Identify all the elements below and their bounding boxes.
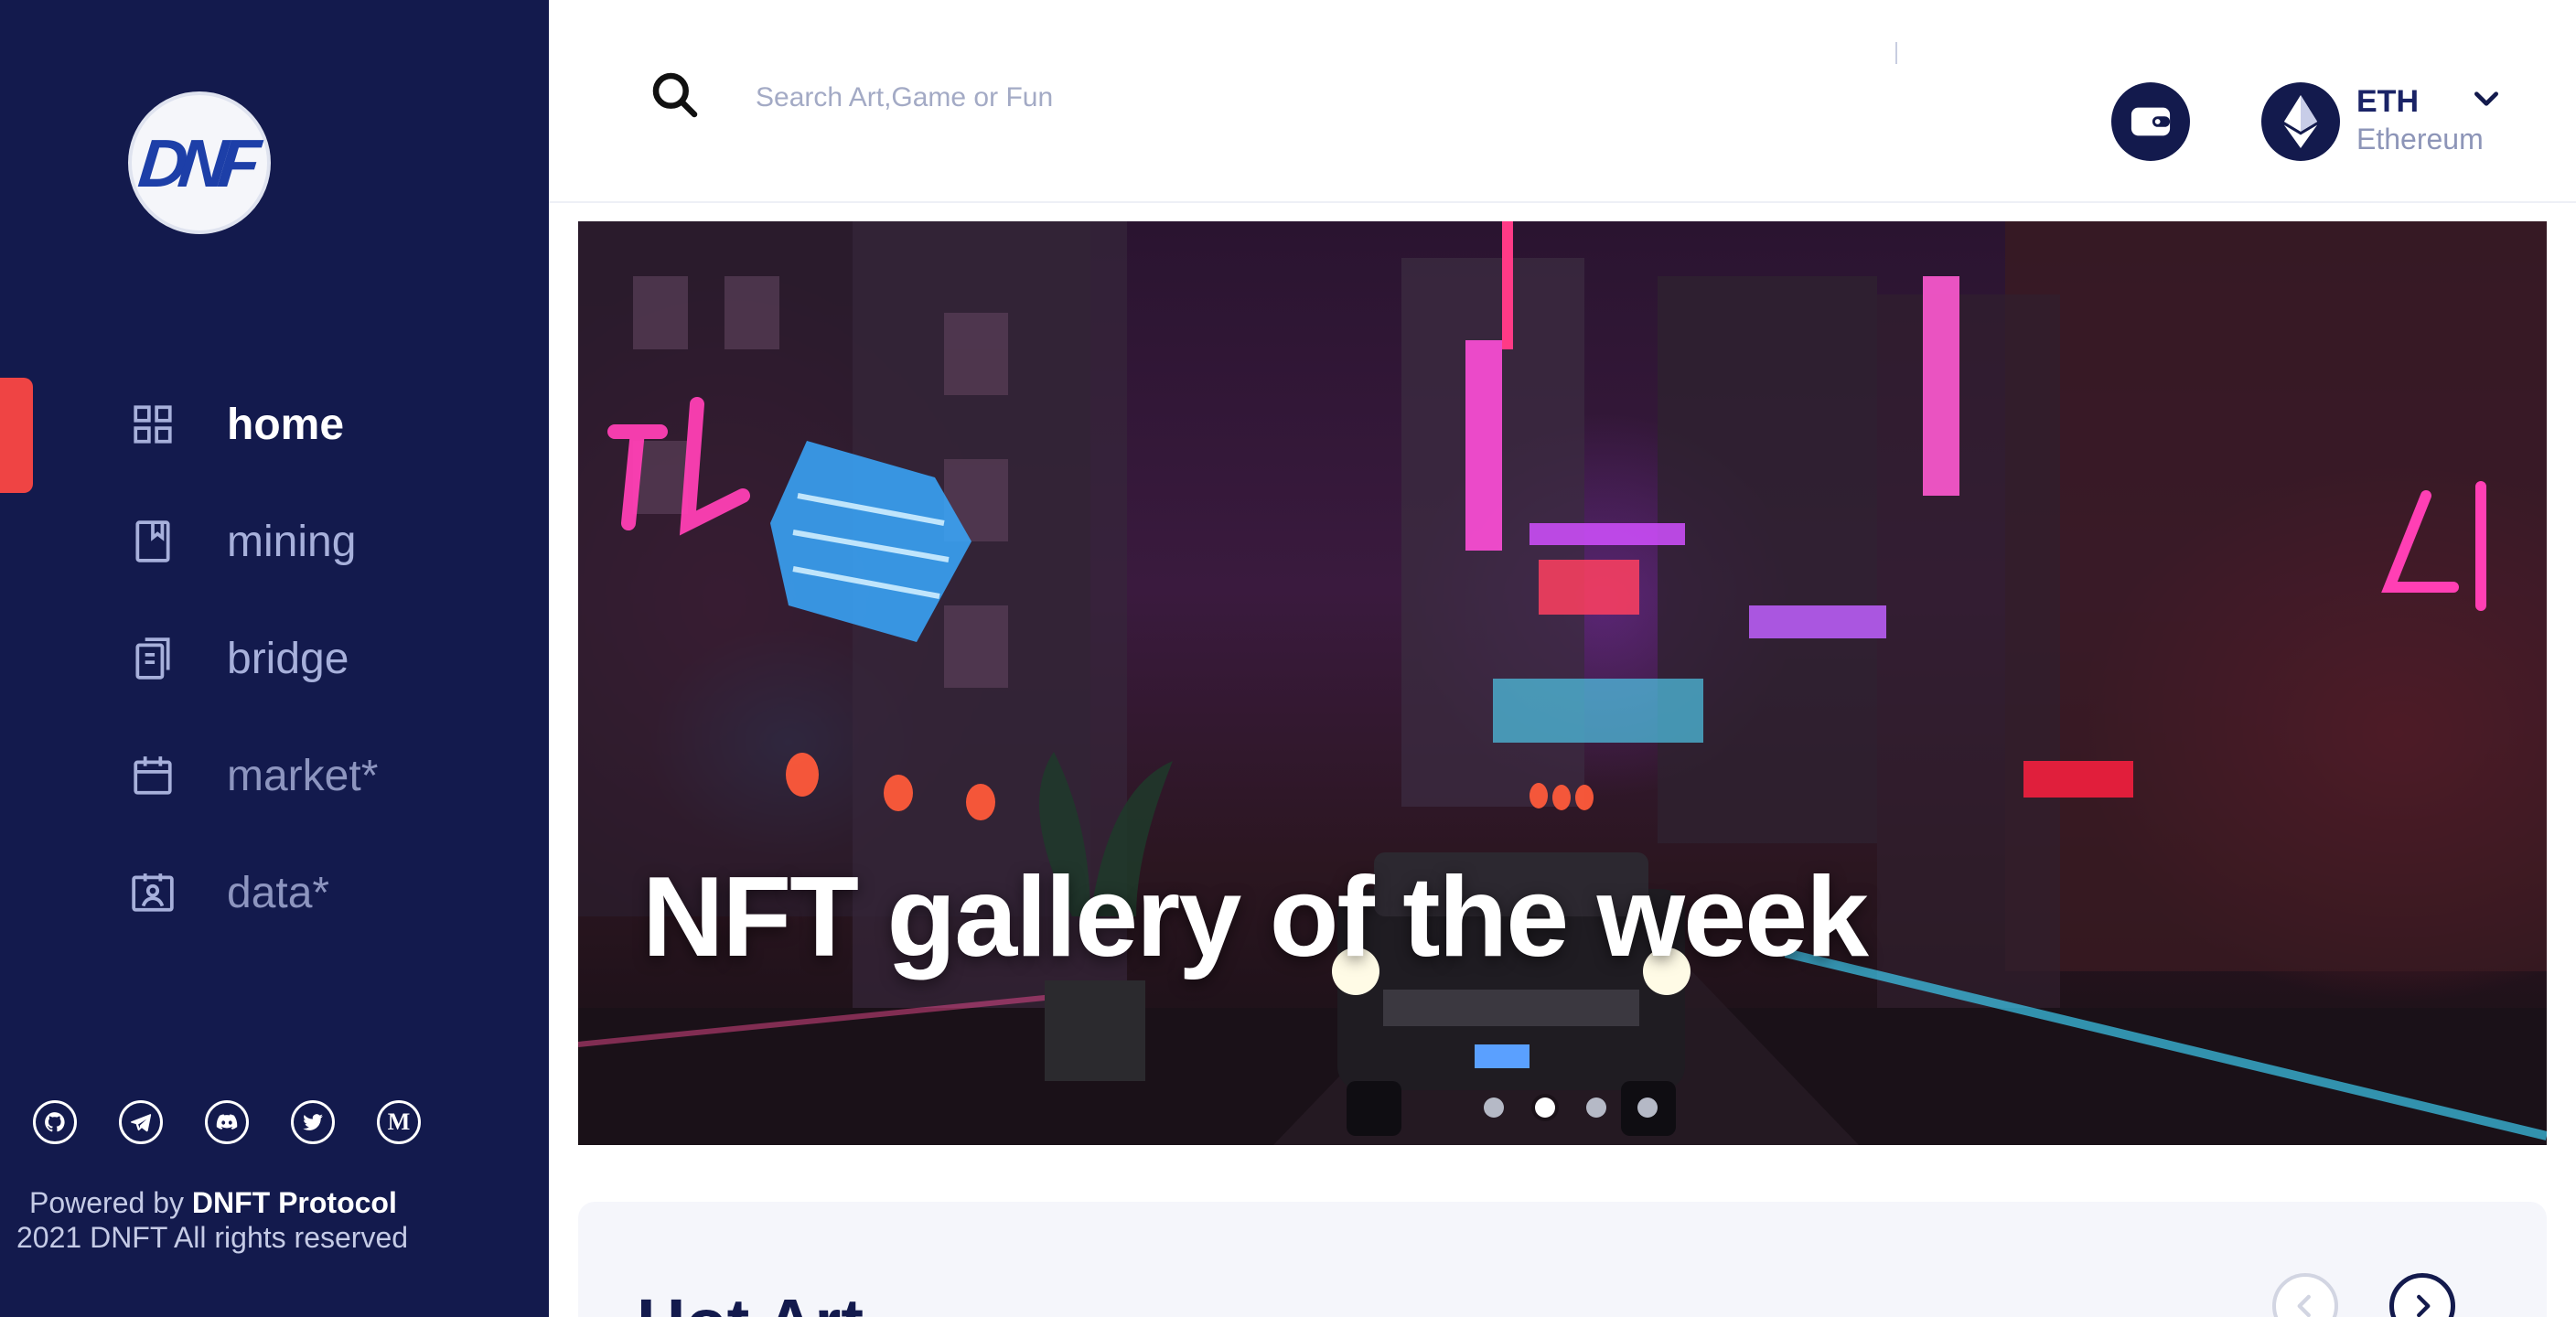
powered-by: Powered by DNFT Protocol [16,1185,408,1220]
nav-item-mining[interactable]: mining [128,483,531,600]
chevron-right-icon [2417,1294,2431,1317]
calendar-icon [128,751,177,800]
medium-glyph: M [387,1108,411,1135]
nav-label-market: market* [227,751,379,800]
wallet-button[interactable] [2111,82,2190,161]
carousel-next-button[interactable] [2389,1273,2455,1317]
carousel-prev-button[interactable] [2272,1273,2338,1317]
nav-label-bridge: bridge [227,634,349,683]
network-symbol[interactable]: ETH [2356,84,2419,120]
discord-icon[interactable] [205,1100,249,1144]
nav-item-market[interactable]: market* [128,717,531,834]
logo-text: DNF [134,124,255,201]
nav-item-home[interactable]: home [128,366,531,483]
wallet-icon [2131,107,2171,136]
copyright: 2021 DNFT All rights reserved [16,1221,409,1254]
carousel-dot[interactable] [1637,1098,1658,1118]
twitter-icon[interactable] [291,1100,335,1144]
top-bar: ETH Ethereum [549,0,2576,203]
footer: Powered by DNFT Protocol 2021 DNFT All r… [16,1185,408,1255]
chevron-left-icon [2297,1294,2311,1317]
nav-label-home: home [227,400,345,449]
banner-title: NFT gallery of the week [642,854,1869,980]
chevron-down-icon[interactable] [2472,88,2501,110]
nav-label-mining: mining [227,517,357,566]
search-input[interactable] [756,75,1890,121]
social-links: M [33,1100,421,1144]
id-card-icon [128,868,177,917]
hero-carousel[interactable]: NFT gallery of the week [578,221,2547,1145]
search-icon[interactable] [649,70,701,121]
bookmark-icon [128,517,177,566]
clipboard-icon [128,634,177,683]
carousel-dots [1484,1098,1658,1118]
search-divider [1895,42,1897,64]
carousel-dot[interactable] [1586,1098,1606,1118]
nav-item-bridge[interactable]: bridge [128,600,531,717]
powered-brand: DNFT Protocol [191,1186,397,1219]
medium-icon[interactable]: M [377,1100,421,1144]
ethereum-icon [2283,95,2318,148]
grid-icon [128,400,177,449]
powered-prefix: Powered by [29,1186,184,1219]
network-icon-badge[interactable] [2261,82,2340,161]
telegram-icon[interactable] [119,1100,163,1144]
github-icon[interactable] [33,1100,77,1144]
nav-item-data[interactable]: data* [128,834,531,951]
active-nav-indicator [0,378,33,493]
hot-art-section: Hot Art [578,1202,2547,1317]
carousel-dot-active[interactable] [1535,1098,1555,1118]
carousel-dot[interactable] [1484,1098,1504,1118]
main-nav: home mining bridge market* data* [128,366,531,951]
network-name[interactable]: Ethereum [2356,123,2484,156]
logo[interactable]: DNF [128,91,271,234]
nav-label-data: data* [227,868,330,917]
banner-image [578,221,2547,1145]
hot-art-title: Hot Art [637,1284,864,1317]
sidebar: DNF home mining bridge market* data* M P… [0,0,549,1317]
